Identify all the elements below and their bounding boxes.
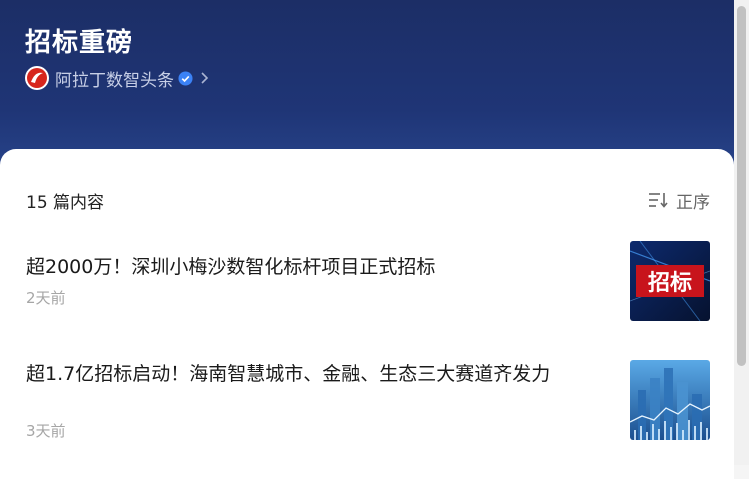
article-thumbnail: 招标: [630, 241, 710, 321]
list-item[interactable]: 超1.7亿招标启动！海南智慧城市、金融、生态三大赛道齐发力 3天前: [26, 360, 710, 444]
article-thumbnail: [630, 360, 710, 440]
author-logo-icon: [27, 68, 47, 88]
scrollbar[interactable]: [734, 0, 749, 465]
content-panel: 15 篇内容 正序 超2000万！深圳小梅沙数智化标杆项目正式招标 2天前 招标…: [0, 149, 734, 479]
sort-button[interactable]: 正序: [648, 188, 710, 213]
thumbnail-text: 招标: [648, 270, 692, 296]
article-time: 3天前: [26, 422, 66, 440]
collection-title: 招标重磅: [25, 28, 134, 58]
scrollbar-thumb[interactable]: [737, 6, 746, 366]
verified-badge-icon: [178, 70, 193, 86]
author-avatar: [25, 66, 49, 90]
list-header: 15 篇内容 正序: [26, 187, 710, 213]
author-name: 阿拉丁数智头条: [55, 70, 174, 91]
article-count: 15 篇内容: [26, 192, 105, 213]
article-title: 超2000万！深圳小梅沙数智化标杆项目正式招标: [26, 256, 436, 278]
author-link[interactable]: 阿拉丁数智头条: [25, 66, 209, 91]
article-time: 2天前: [26, 289, 66, 307]
sort-icon: [649, 193, 668, 208]
article-title: 超1.7亿招标启动！海南智慧城市、金融、生态三大赛道齐发力: [26, 363, 551, 385]
sort-label: 正序: [676, 192, 710, 213]
chevron-right-icon: [199, 71, 209, 85]
list-item[interactable]: 超2000万！深圳小梅沙数智化标杆项目正式招标 2天前 招标: [26, 241, 710, 321]
